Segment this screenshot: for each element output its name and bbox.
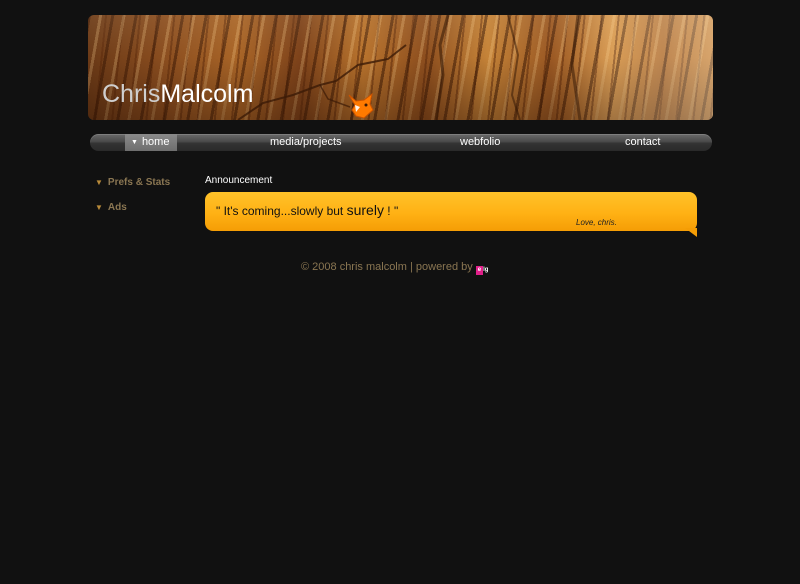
chevron-down-icon: ▼: [131, 139, 138, 146]
header-banner: ChrisMalcolm: [88, 15, 713, 120]
chevron-down-icon: ▼: [95, 178, 103, 187]
banner-highlight: [573, 15, 713, 120]
elgg-logo-mark: e: [475, 266, 484, 275]
page: ChrisMalcolm ▼ home media/projects webfol…: [0, 0, 800, 584]
logo-last-name: Malcolm: [160, 80, 254, 108]
nav-contact-label: contact: [625, 136, 661, 148]
announcement-heading: Announcement: [205, 175, 273, 186]
sidebar-item-label: Ads: [107, 202, 127, 213]
fox-icon: [348, 92, 374, 119]
announcement-signature: Love, chris.: [576, 218, 617, 227]
sidebar: ▼ Prefs & Stats ▼ Ads: [95, 176, 170, 226]
nav-media-projects[interactable]: media/projects: [270, 134, 342, 151]
sidebar-item-ads[interactable]: ▼ Ads: [95, 201, 170, 215]
announcement-bubble: " It's coming...slowly but surely ! " Lo…: [205, 192, 697, 231]
elgg-logo[interactable]: e lg: [475, 266, 489, 275]
nav-home-label: home: [141, 136, 170, 148]
nav-media-projects-label: media/projects: [270, 136, 342, 148]
nav-webfolio-label: webfolio: [460, 136, 501, 148]
announcement-text-part1: " It's coming...slowly but: [216, 204, 347, 218]
announcement-text-emphasis: surely: [346, 202, 384, 218]
nav-contact[interactable]: contact: [625, 134, 660, 151]
elgg-logo-text: lg: [483, 267, 489, 273]
chevron-down-icon: ▼: [95, 203, 103, 212]
bubble-tail: [685, 228, 697, 237]
announcement-text: " It's coming...slowly but surely ! ": [216, 202, 398, 218]
nav-home[interactable]: ▼ home: [125, 134, 178, 151]
footer-text: © 2008 chris malcolm | powered by: [301, 261, 473, 273]
footer: © 2008 chris malcolm | powered by e lg: [301, 261, 488, 275]
logo-first-name: Chris: [102, 80, 161, 108]
site-logo[interactable]: ChrisMalcolm: [102, 79, 253, 109]
sidebar-item-label: Prefs & Stats: [107, 177, 171, 188]
nav-webfolio[interactable]: webfolio: [460, 134, 500, 151]
main-nav: ▼ home media/projects webfolio contact: [90, 134, 712, 151]
announcement-text-part2: ! ": [383, 204, 399, 218]
sidebar-item-prefs-stats[interactable]: ▼ Prefs & Stats: [95, 176, 170, 190]
